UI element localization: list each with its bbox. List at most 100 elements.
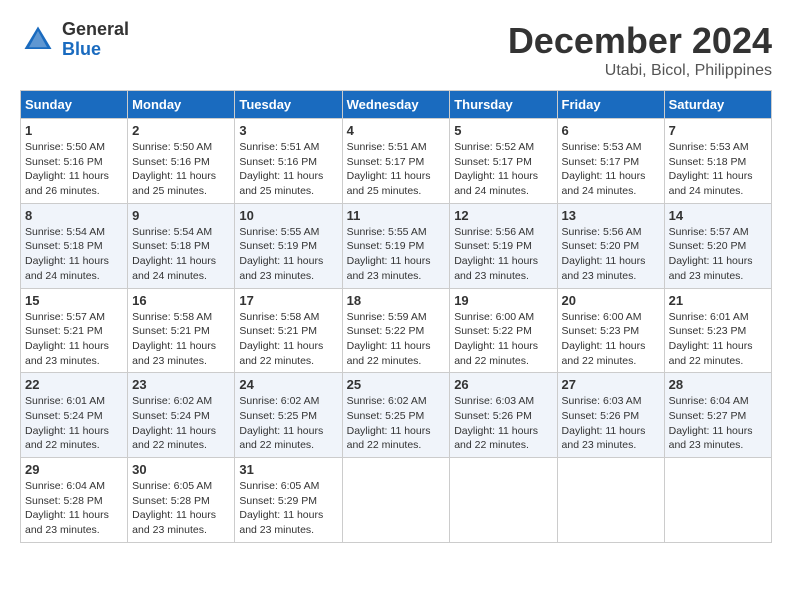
day-number-22: 22 (25, 377, 123, 392)
day-cell-14: 14 Sunrise: 5:57 AM Sunset: 5:20 PM Dayl… (664, 203, 771, 288)
week-row-2: 8 Sunrise: 5:54 AM Sunset: 5:18 PM Dayli… (21, 203, 772, 288)
logo-general: General (62, 20, 129, 40)
day-info-8: Sunrise: 5:54 AM Sunset: 5:18 PM Dayligh… (25, 225, 123, 284)
day-info-31: Sunrise: 6:05 AM Sunset: 5:29 PM Dayligh… (239, 479, 337, 538)
day-number-19: 19 (454, 293, 552, 308)
day-number-7: 7 (669, 123, 767, 138)
header-monday: Monday (128, 91, 235, 119)
day-info-28: Sunrise: 6:04 AM Sunset: 5:27 PM Dayligh… (669, 394, 767, 453)
empty-cell (342, 458, 450, 543)
day-info-15: Sunrise: 5:57 AM Sunset: 5:21 PM Dayligh… (25, 310, 123, 369)
logo-icon (20, 22, 56, 58)
day-info-7: Sunrise: 5:53 AM Sunset: 5:18 PM Dayligh… (669, 140, 767, 199)
day-info-27: Sunrise: 6:03 AM Sunset: 5:26 PM Dayligh… (562, 394, 660, 453)
day-number-12: 12 (454, 208, 552, 223)
day-number-13: 13 (562, 208, 660, 223)
day-info-22: Sunrise: 6:01 AM Sunset: 5:24 PM Dayligh… (25, 394, 123, 453)
day-cell-9: 9 Sunrise: 5:54 AM Sunset: 5:18 PM Dayli… (128, 203, 235, 288)
day-number-10: 10 (239, 208, 337, 223)
day-cell-31: 31 Sunrise: 6:05 AM Sunset: 5:29 PM Dayl… (235, 458, 342, 543)
day-number-25: 25 (347, 377, 446, 392)
day-cell-4: 4 Sunrise: 5:51 AM Sunset: 5:17 PM Dayli… (342, 119, 450, 204)
day-info-23: Sunrise: 6:02 AM Sunset: 5:24 PM Dayligh… (132, 394, 230, 453)
logo-text: General Blue (62, 20, 129, 60)
day-number-8: 8 (25, 208, 123, 223)
day-info-5: Sunrise: 5:52 AM Sunset: 5:17 PM Dayligh… (454, 140, 552, 199)
header-row: Sunday Monday Tuesday Wednesday Thursday… (21, 91, 772, 119)
empty-cell (557, 458, 664, 543)
day-number-26: 26 (454, 377, 552, 392)
day-info-25: Sunrise: 6:02 AM Sunset: 5:25 PM Dayligh… (347, 394, 446, 453)
day-cell-3: 3 Sunrise: 5:51 AM Sunset: 5:16 PM Dayli… (235, 119, 342, 204)
day-info-29: Sunrise: 6:04 AM Sunset: 5:28 PM Dayligh… (25, 479, 123, 538)
day-number-14: 14 (669, 208, 767, 223)
empty-cell (450, 458, 557, 543)
day-number-30: 30 (132, 462, 230, 477)
day-info-19: Sunrise: 6:00 AM Sunset: 5:22 PM Dayligh… (454, 310, 552, 369)
day-number-6: 6 (562, 123, 660, 138)
day-number-27: 27 (562, 377, 660, 392)
week-row-3: 15 Sunrise: 5:57 AM Sunset: 5:21 PM Dayl… (21, 288, 772, 373)
day-info-9: Sunrise: 5:54 AM Sunset: 5:18 PM Dayligh… (132, 225, 230, 284)
day-number-18: 18 (347, 293, 446, 308)
day-number-29: 29 (25, 462, 123, 477)
header-saturday: Saturday (664, 91, 771, 119)
day-number-3: 3 (239, 123, 337, 138)
week-row-5: 29 Sunrise: 6:04 AM Sunset: 5:28 PM Dayl… (21, 458, 772, 543)
day-cell-19: 19 Sunrise: 6:00 AM Sunset: 5:22 PM Dayl… (450, 288, 557, 373)
day-cell-7: 7 Sunrise: 5:53 AM Sunset: 5:18 PM Dayli… (664, 119, 771, 204)
day-info-24: Sunrise: 6:02 AM Sunset: 5:25 PM Dayligh… (239, 394, 337, 453)
day-cell-23: 23 Sunrise: 6:02 AM Sunset: 5:24 PM Dayl… (128, 373, 235, 458)
day-cell-16: 16 Sunrise: 5:58 AM Sunset: 5:21 PM Dayl… (128, 288, 235, 373)
day-cell-27: 27 Sunrise: 6:03 AM Sunset: 5:26 PM Dayl… (557, 373, 664, 458)
day-number-16: 16 (132, 293, 230, 308)
week-row-4: 22 Sunrise: 6:01 AM Sunset: 5:24 PM Dayl… (21, 373, 772, 458)
logo: General Blue (20, 20, 129, 60)
month-title: December 2024 (508, 20, 772, 62)
day-info-13: Sunrise: 5:56 AM Sunset: 5:20 PM Dayligh… (562, 225, 660, 284)
day-cell-1: 1 Sunrise: 5:50 AM Sunset: 5:16 PM Dayli… (21, 119, 128, 204)
day-info-3: Sunrise: 5:51 AM Sunset: 5:16 PM Dayligh… (239, 140, 337, 199)
empty-cell (664, 458, 771, 543)
day-info-11: Sunrise: 5:55 AM Sunset: 5:19 PM Dayligh… (347, 225, 446, 284)
day-cell-20: 20 Sunrise: 6:00 AM Sunset: 5:23 PM Dayl… (557, 288, 664, 373)
day-cell-21: 21 Sunrise: 6:01 AM Sunset: 5:23 PM Dayl… (664, 288, 771, 373)
day-number-20: 20 (562, 293, 660, 308)
day-cell-30: 30 Sunrise: 6:05 AM Sunset: 5:28 PM Dayl… (128, 458, 235, 543)
day-cell-26: 26 Sunrise: 6:03 AM Sunset: 5:26 PM Dayl… (450, 373, 557, 458)
day-info-6: Sunrise: 5:53 AM Sunset: 5:17 PM Dayligh… (562, 140, 660, 199)
day-number-1: 1 (25, 123, 123, 138)
day-cell-15: 15 Sunrise: 5:57 AM Sunset: 5:21 PM Dayl… (21, 288, 128, 373)
day-cell-18: 18 Sunrise: 5:59 AM Sunset: 5:22 PM Dayl… (342, 288, 450, 373)
day-cell-17: 17 Sunrise: 5:58 AM Sunset: 5:21 PM Dayl… (235, 288, 342, 373)
day-info-14: Sunrise: 5:57 AM Sunset: 5:20 PM Dayligh… (669, 225, 767, 284)
day-number-5: 5 (454, 123, 552, 138)
day-info-17: Sunrise: 5:58 AM Sunset: 5:21 PM Dayligh… (239, 310, 337, 369)
day-number-28: 28 (669, 377, 767, 392)
day-number-24: 24 (239, 377, 337, 392)
day-cell-2: 2 Sunrise: 5:50 AM Sunset: 5:16 PM Dayli… (128, 119, 235, 204)
day-info-2: Sunrise: 5:50 AM Sunset: 5:16 PM Dayligh… (132, 140, 230, 199)
title-area: December 2024 Utabi, Bicol, Philippines (508, 20, 772, 80)
day-cell-8: 8 Sunrise: 5:54 AM Sunset: 5:18 PM Dayli… (21, 203, 128, 288)
day-info-16: Sunrise: 5:58 AM Sunset: 5:21 PM Dayligh… (132, 310, 230, 369)
day-number-11: 11 (347, 208, 446, 223)
day-info-20: Sunrise: 6:00 AM Sunset: 5:23 PM Dayligh… (562, 310, 660, 369)
day-info-12: Sunrise: 5:56 AM Sunset: 5:19 PM Dayligh… (454, 225, 552, 284)
day-number-9: 9 (132, 208, 230, 223)
day-cell-29: 29 Sunrise: 6:04 AM Sunset: 5:28 PM Dayl… (21, 458, 128, 543)
week-row-1: 1 Sunrise: 5:50 AM Sunset: 5:16 PM Dayli… (21, 119, 772, 204)
day-number-21: 21 (669, 293, 767, 308)
day-cell-12: 12 Sunrise: 5:56 AM Sunset: 5:19 PM Dayl… (450, 203, 557, 288)
day-cell-5: 5 Sunrise: 5:52 AM Sunset: 5:17 PM Dayli… (450, 119, 557, 204)
day-number-4: 4 (347, 123, 446, 138)
location-title: Utabi, Bicol, Philippines (508, 62, 772, 80)
day-cell-25: 25 Sunrise: 6:02 AM Sunset: 5:25 PM Dayl… (342, 373, 450, 458)
calendar-table: Sunday Monday Tuesday Wednesday Thursday… (20, 90, 772, 543)
day-info-18: Sunrise: 5:59 AM Sunset: 5:22 PM Dayligh… (347, 310, 446, 369)
day-number-15: 15 (25, 293, 123, 308)
day-info-30: Sunrise: 6:05 AM Sunset: 5:28 PM Dayligh… (132, 479, 230, 538)
day-cell-11: 11 Sunrise: 5:55 AM Sunset: 5:19 PM Dayl… (342, 203, 450, 288)
day-info-1: Sunrise: 5:50 AM Sunset: 5:16 PM Dayligh… (25, 140, 123, 199)
day-cell-22: 22 Sunrise: 6:01 AM Sunset: 5:24 PM Dayl… (21, 373, 128, 458)
